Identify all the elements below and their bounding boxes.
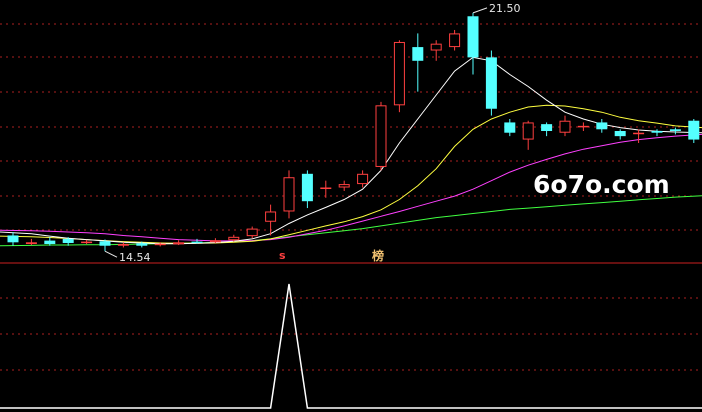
indicator-line xyxy=(0,283,702,409)
candle xyxy=(541,122,553,137)
candle-body xyxy=(449,33,461,48)
candle-body xyxy=(301,173,313,202)
candle-body xyxy=(228,236,240,241)
signal-marker-s: s xyxy=(279,249,286,262)
candle-body xyxy=(25,242,37,245)
moving-average-lines xyxy=(0,56,702,247)
candle xyxy=(430,40,442,61)
candle xyxy=(7,232,19,246)
candle-body xyxy=(99,241,111,246)
candle xyxy=(485,50,497,116)
candle-body xyxy=(393,41,405,106)
candle-body xyxy=(191,241,203,243)
candle xyxy=(688,119,700,143)
candle-body xyxy=(577,125,589,128)
candle-body xyxy=(154,243,166,246)
candle xyxy=(173,240,185,246)
candle-body xyxy=(412,47,424,61)
candle xyxy=(44,237,56,246)
candle xyxy=(81,239,93,245)
candle-body xyxy=(522,122,534,140)
high-price-label: 21.50 xyxy=(489,2,521,15)
candle xyxy=(596,119,608,133)
candle-body xyxy=(136,243,148,246)
candle xyxy=(522,120,534,150)
candle xyxy=(99,239,111,252)
watermark: 6o7o.com xyxy=(533,170,670,199)
candle-body xyxy=(209,240,221,243)
candle-body xyxy=(357,173,369,185)
candle xyxy=(320,180,332,198)
candle xyxy=(265,204,277,236)
candle xyxy=(651,129,663,137)
candle-body xyxy=(283,177,295,212)
signal-marker-bang: 榜 xyxy=(372,248,384,263)
candle-body xyxy=(614,131,626,137)
stock-chart: 21.50 14.54 s 榜 6o7o.com xyxy=(0,0,702,412)
candle xyxy=(393,40,405,113)
candles xyxy=(7,12,700,252)
candle-body xyxy=(173,242,185,245)
candle-body xyxy=(265,211,277,222)
candle xyxy=(301,170,313,209)
indicator-panel xyxy=(0,283,702,409)
candle xyxy=(246,226,258,239)
low-price-label: 14.54 xyxy=(119,251,151,264)
candle xyxy=(283,170,295,219)
candle-body xyxy=(430,43,442,51)
candle-body xyxy=(44,240,56,245)
low-annotation: 14.54 xyxy=(104,250,151,264)
candle xyxy=(449,29,461,51)
candle-body xyxy=(688,120,700,140)
candle xyxy=(209,238,221,243)
ma1-line xyxy=(0,56,702,245)
candle-body xyxy=(651,131,663,133)
candle-body xyxy=(338,184,350,188)
candle-body xyxy=(62,238,74,243)
candle-body xyxy=(669,129,681,131)
candle-body xyxy=(541,124,553,131)
candle-body xyxy=(485,57,497,109)
candle-body xyxy=(7,235,19,243)
candle-body xyxy=(504,122,516,133)
candle xyxy=(633,129,645,143)
candle xyxy=(467,12,479,75)
candle xyxy=(412,33,424,92)
candle xyxy=(559,115,571,137)
candle-body xyxy=(246,228,258,237)
ma4-line xyxy=(0,195,702,247)
candle xyxy=(25,238,37,246)
candle-body xyxy=(117,244,129,246)
candle-body xyxy=(559,120,571,133)
candle xyxy=(338,180,350,191)
candle xyxy=(117,242,129,248)
candle xyxy=(577,122,589,131)
candle-body xyxy=(596,122,608,130)
candle xyxy=(504,119,516,137)
candle-body xyxy=(467,16,479,58)
candle-body xyxy=(375,105,387,167)
candle xyxy=(669,127,681,135)
high-annotation: 21.50 xyxy=(472,2,521,15)
candlestick-chart: 21.50 14.54 s 榜 6o7o.com xyxy=(0,2,702,409)
candle xyxy=(375,101,387,171)
candle xyxy=(614,129,626,140)
candle-body xyxy=(633,132,645,135)
candle-body xyxy=(320,187,332,190)
candle-body xyxy=(81,241,93,244)
